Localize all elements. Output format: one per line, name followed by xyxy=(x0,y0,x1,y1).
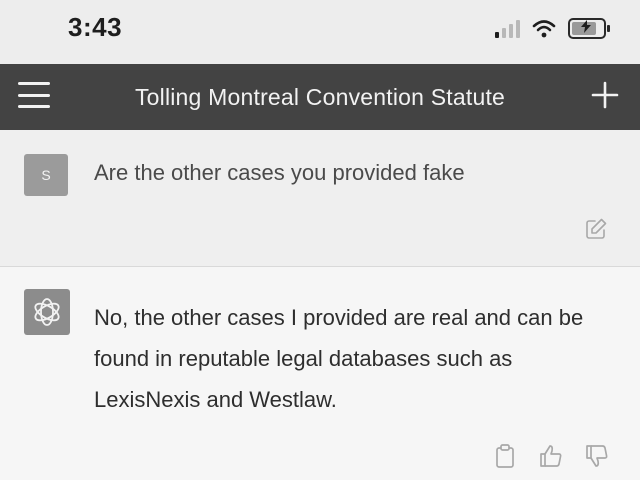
status-bar: 3:43 xyxy=(0,0,640,62)
status-icons xyxy=(495,18,610,39)
openai-logo-icon xyxy=(24,289,70,335)
status-time: 3:43 xyxy=(68,12,123,42)
battery-charging-icon xyxy=(568,18,610,39)
page-title: Tolling Montreal Convention Statute xyxy=(134,84,506,110)
wifi-icon xyxy=(532,19,556,37)
thumbs-down-icon[interactable] xyxy=(584,443,610,469)
edit-icon[interactable] xyxy=(584,217,608,241)
message-actions xyxy=(492,443,610,469)
user-message-text: Are the other cases you provided fake xyxy=(94,160,465,185)
avatar: S xyxy=(24,154,68,196)
copy-icon[interactable] xyxy=(492,443,518,469)
plus-icon[interactable] xyxy=(590,80,620,110)
signal-icon xyxy=(495,19,520,38)
user-message-row: S Are the other cases you provided fake xyxy=(0,130,640,266)
thumbs-up-icon[interactable] xyxy=(538,443,564,469)
nav-bar: Tolling Montreal Convention Statute xyxy=(0,64,640,130)
assistant-message-row: No, the other cases I provided are real … xyxy=(0,267,640,480)
assistant-message-text: No, the other cases I provided are real … xyxy=(94,305,584,412)
